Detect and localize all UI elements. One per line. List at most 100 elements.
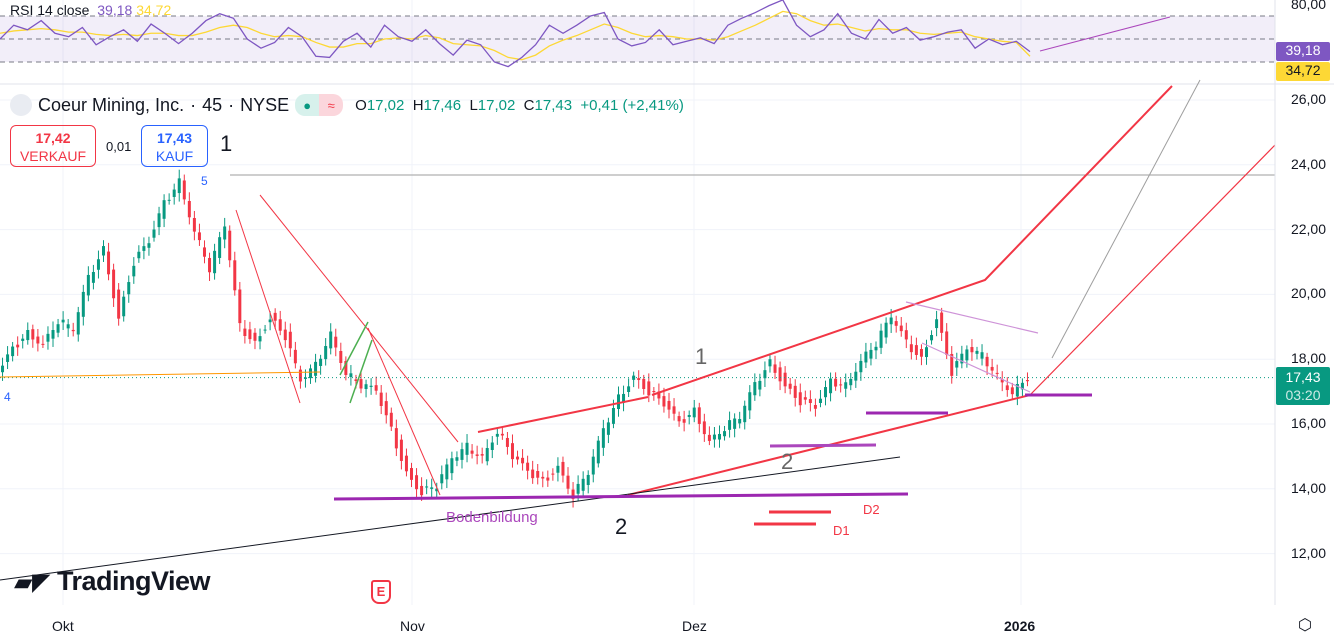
rsi-legend: RSI 14 close 39,18 34,72 — [10, 2, 171, 18]
candle — [536, 471, 540, 478]
candle — [1005, 385, 1009, 391]
candle — [394, 428, 398, 449]
buy-button[interactable]: 17,43 KAUF — [141, 125, 208, 167]
candle — [389, 412, 393, 427]
candle — [753, 382, 757, 396]
candle — [485, 448, 489, 462]
d1-label: D1 — [833, 523, 850, 538]
candle — [546, 477, 550, 481]
candle — [824, 387, 828, 398]
candle — [172, 189, 176, 197]
candle — [869, 349, 873, 359]
candle — [813, 404, 817, 409]
delay-icon: ≈ — [319, 94, 344, 116]
candle — [778, 367, 782, 382]
candle — [521, 457, 525, 464]
bodenbildung-label: Bodenbildung — [446, 509, 538, 526]
market-status[interactable]: ● ≈ — [295, 94, 344, 116]
candle — [556, 465, 560, 473]
candle — [945, 331, 949, 355]
candle — [839, 384, 843, 386]
candle — [723, 431, 727, 437]
candle — [879, 330, 883, 348]
wedge-line — [921, 342, 1031, 393]
x-label-dez: Dez — [682, 618, 707, 634]
candle — [798, 392, 802, 406]
ohlc-values: O17,02 H17,46 L17,02 C17,43 +0,41 (+2,41… — [355, 96, 684, 114]
candle — [56, 324, 60, 333]
candle — [152, 229, 156, 238]
candle — [712, 434, 716, 440]
candle — [707, 434, 711, 441]
rsi-ma-tag: 34,72 — [1276, 62, 1330, 81]
candle — [399, 439, 403, 461]
candle — [975, 350, 979, 354]
candle — [450, 458, 454, 474]
candle — [278, 319, 282, 331]
candle — [268, 319, 272, 323]
candle — [147, 243, 151, 248]
candle — [697, 407, 701, 424]
candle — [162, 200, 166, 219]
candle — [329, 331, 333, 349]
candle — [263, 329, 267, 331]
candle — [177, 178, 181, 194]
candle — [76, 312, 80, 335]
candle — [738, 418, 742, 424]
candle — [31, 329, 35, 340]
candle — [606, 422, 610, 435]
candle — [1, 365, 5, 373]
candle — [248, 329, 252, 340]
settings-icon[interactable]: ⬡ — [1298, 615, 1312, 635]
wedge-line — [905, 301, 1039, 334]
symbol-name[interactable]: Coeur Mining, Inc. — [38, 95, 184, 116]
candle — [803, 397, 807, 400]
earnings-marker-icon[interactable]: E — [371, 580, 391, 604]
price-axis-label: 12,00 — [1290, 544, 1326, 561]
candle — [96, 259, 100, 270]
candle — [985, 356, 989, 367]
candle — [859, 360, 863, 373]
candle — [293, 349, 297, 364]
candle — [11, 346, 15, 357]
candle — [768, 359, 772, 367]
rsi-value-tag: 39,18 — [1276, 42, 1330, 61]
candle — [526, 462, 530, 471]
candle — [955, 361, 959, 368]
candle — [374, 385, 378, 391]
price-axis-label: 16,00 — [1290, 415, 1326, 431]
candle — [940, 312, 944, 333]
candle — [617, 394, 621, 410]
candle — [637, 378, 641, 381]
candle — [970, 347, 974, 353]
candle — [677, 416, 681, 422]
candle — [566, 475, 570, 489]
candle — [192, 218, 196, 232]
candle — [884, 322, 888, 338]
candle — [122, 296, 126, 317]
candle — [909, 344, 913, 353]
orange-line — [0, 371, 321, 378]
candle — [808, 399, 812, 403]
candle — [16, 344, 20, 348]
candle — [889, 317, 893, 325]
price-axis-label: 26,00 — [1290, 91, 1326, 107]
candle — [930, 335, 934, 341]
candle — [359, 379, 363, 389]
wave-label-2-black: 2 — [615, 514, 628, 539]
candle — [541, 476, 545, 479]
tradingview-logo[interactable]: ▰◤ TradingView — [14, 566, 210, 597]
wave-label-1-black: 1 — [220, 131, 233, 156]
candle — [253, 332, 257, 341]
market-open-icon: ● — [295, 94, 320, 116]
candle — [904, 330, 908, 340]
candle — [980, 352, 984, 359]
candle — [379, 392, 383, 406]
d2-label: D2 — [863, 502, 880, 517]
candle — [142, 246, 146, 251]
projection-line — [1051, 79, 1201, 359]
channel-bottom — [1029, 144, 1276, 396]
candle — [41, 343, 45, 345]
sell-button[interactable]: 17,42 VERKAUF — [10, 125, 96, 167]
candle — [430, 487, 434, 489]
